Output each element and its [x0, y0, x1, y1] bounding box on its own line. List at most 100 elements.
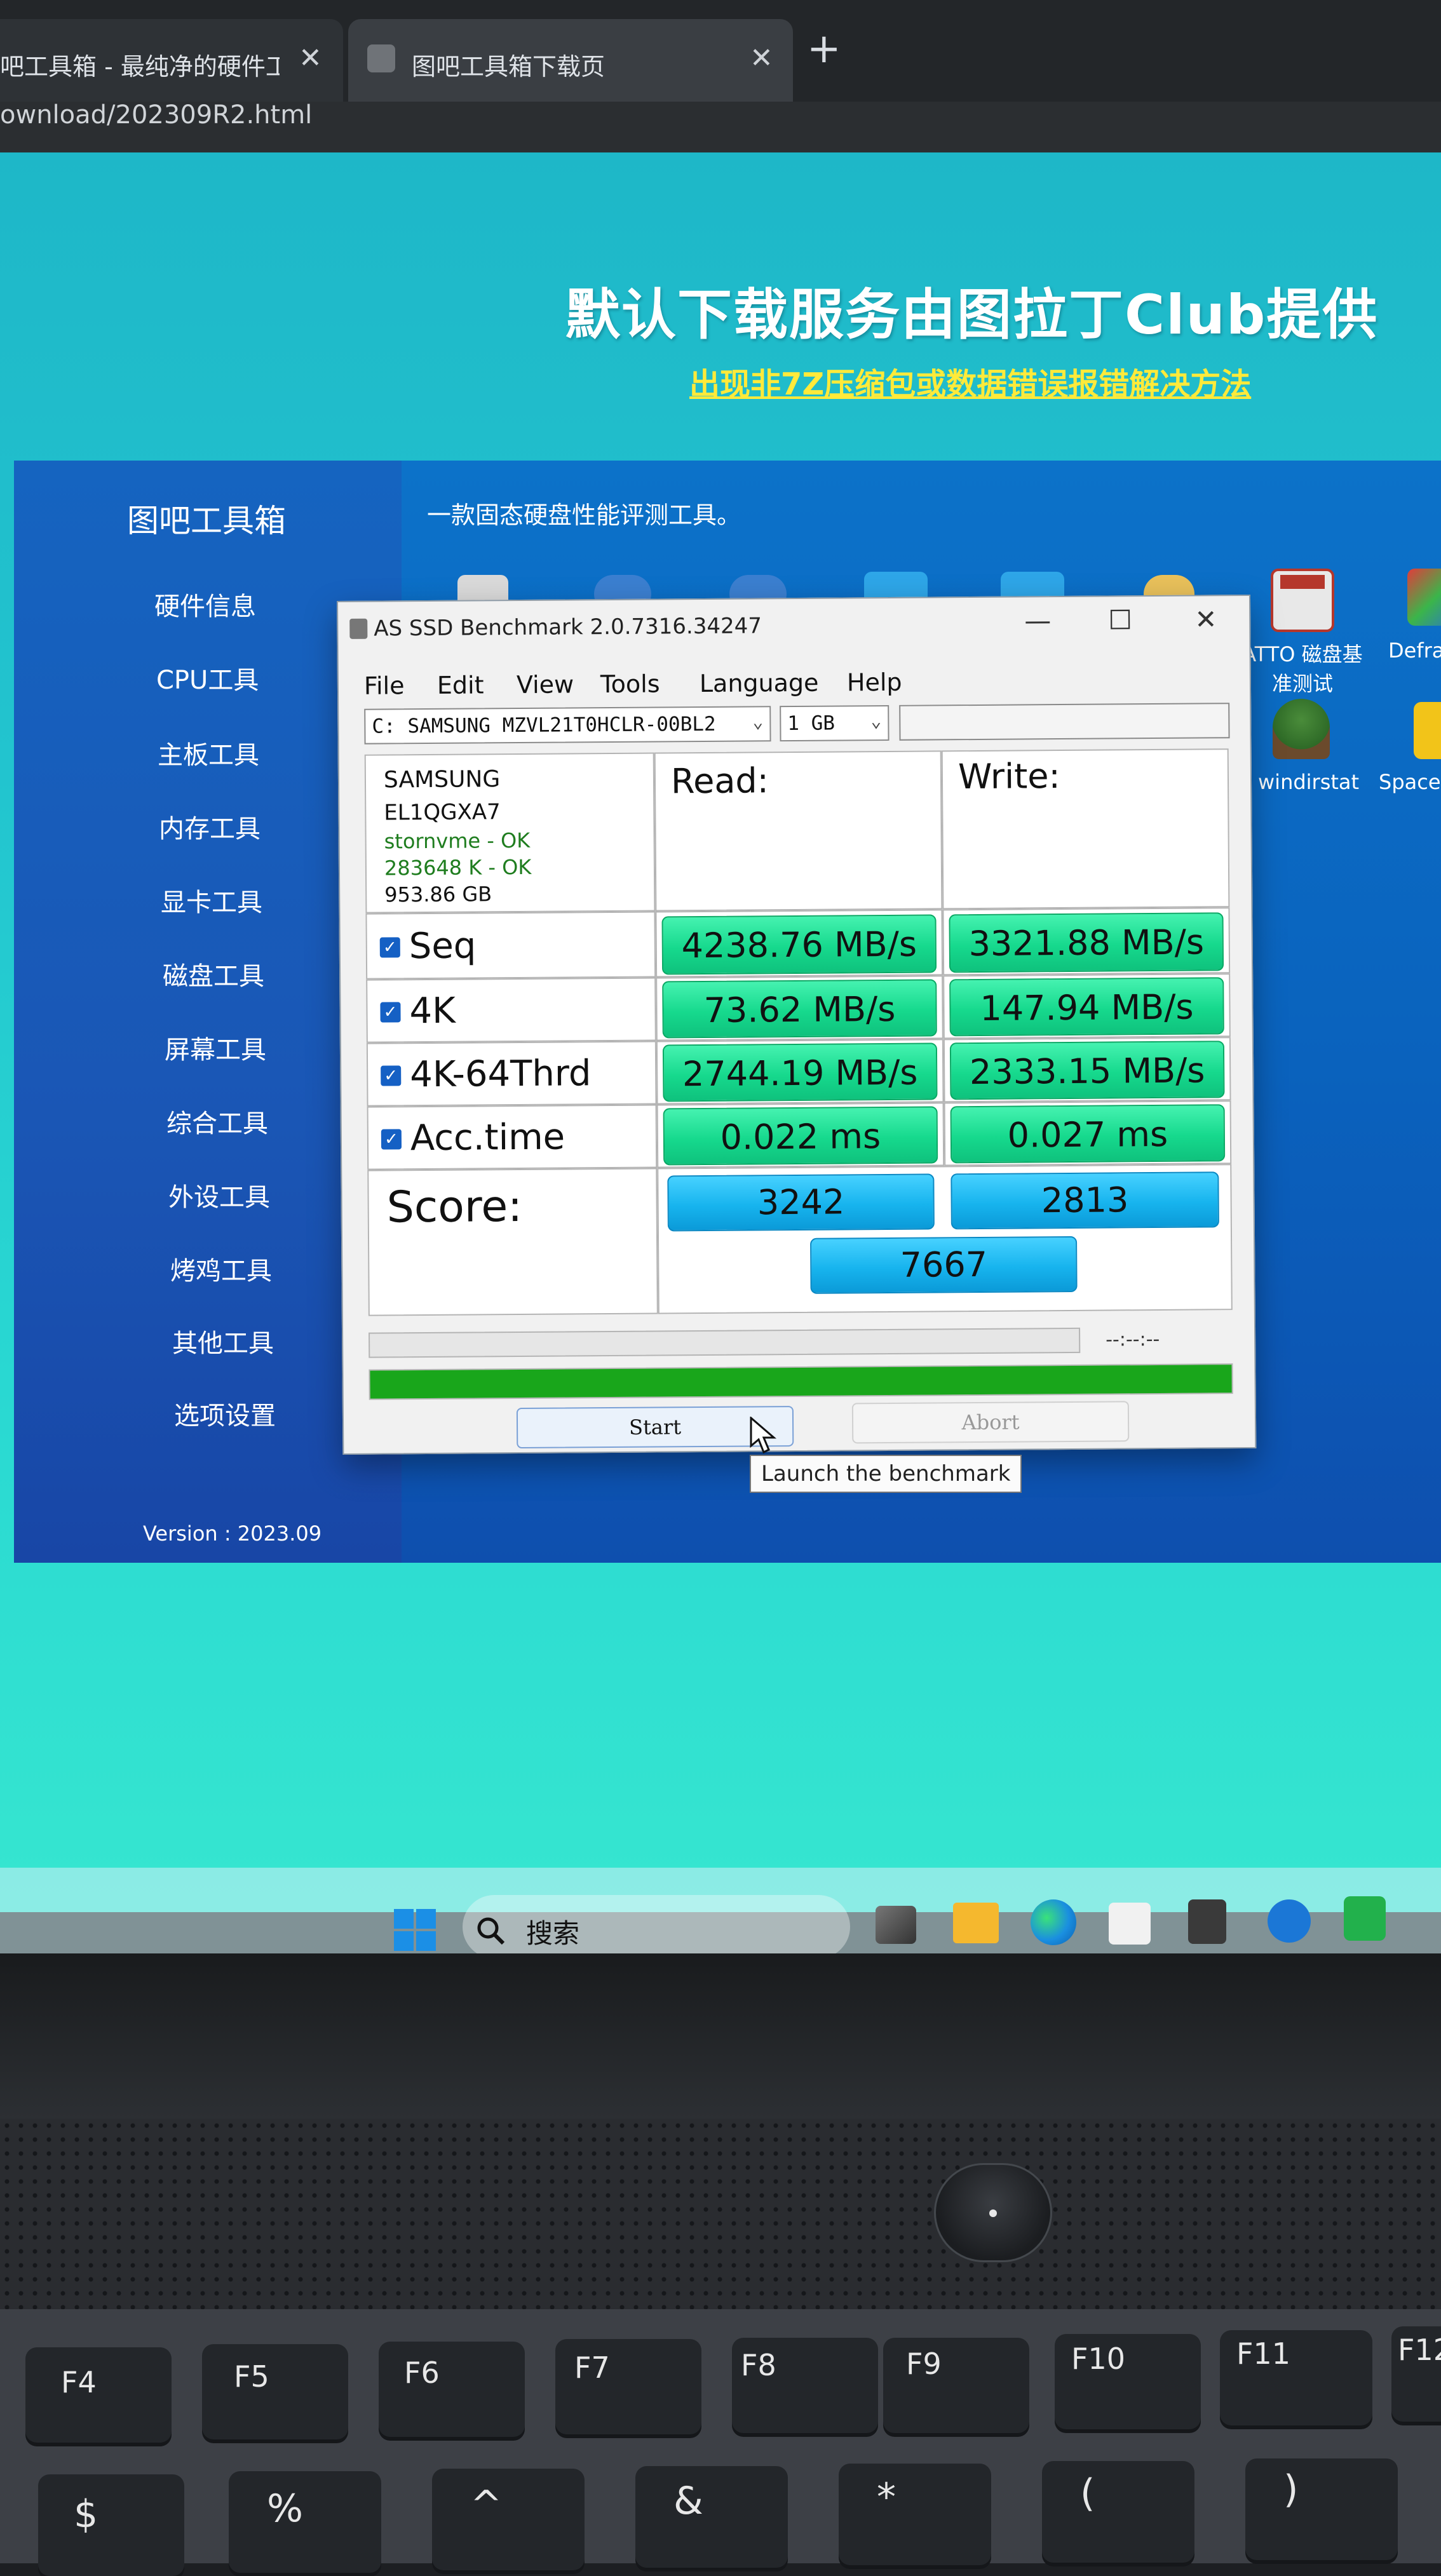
size-select[interactable]: 1 GB ⌄: [780, 705, 890, 742]
windirstat-icon[interactable]: [1273, 699, 1330, 759]
sidebar-item-cpu[interactable]: CPU工具: [156, 659, 259, 696]
browser-tab[interactable]: 吧工具箱 - 最纯净的硬件工具箱 ✕: [0, 19, 343, 102]
status-field: [899, 703, 1230, 741]
score-write: 2813: [951, 1171, 1219, 1230]
wechat-icon[interactable]: [1344, 1896, 1386, 1941]
file-explorer-icon[interactable]: [953, 1903, 999, 1943]
tool-label-windirstat[interactable]: windirstat: [1258, 770, 1359, 794]
4k64-write-cell: 2333.15 MB/s: [943, 1037, 1231, 1103]
sidebar-item-other[interactable]: 其他工具: [172, 1323, 274, 1359]
acctime-label: Acc.time: [410, 1116, 565, 1159]
key-7[interactable]: &: [635, 2466, 788, 2568]
version-label: Version : 2023.09: [143, 1521, 322, 1546]
sidebar-item-peripheral[interactable]: 外设工具: [168, 1177, 270, 1213]
key-5[interactable]: %: [229, 2471, 381, 2573]
abort-button[interactable]: Abort: [851, 1401, 1130, 1444]
app-icon: [349, 618, 368, 639]
key-f4[interactable]: F4: [25, 2347, 172, 2443]
key-6[interactable]: ^: [432, 2469, 585, 2570]
key-9[interactable]: (: [1042, 2461, 1194, 2563]
taskbar-search-label: 搜索: [526, 1918, 580, 1949]
test-row-label: ✓ 4K: [366, 977, 656, 1043]
task-view-icon[interactable]: [876, 1906, 916, 1944]
search-icon: [477, 1917, 505, 1945]
key-0[interactable]: ): [1245, 2458, 1398, 2560]
4k64-read-result: 2744.19 MB/s: [662, 1042, 938, 1102]
4k64-checkbox[interactable]: ✓: [381, 1065, 402, 1086]
sidebar-item-general[interactable]: 综合工具: [166, 1103, 268, 1140]
browser-tab-active[interactable]: 图吧工具箱下载页 ✕: [348, 19, 793, 102]
power-button[interactable]: [934, 2163, 1052, 2262]
ie-icon[interactable]: [1268, 1899, 1311, 1943]
drive-select[interactable]: C: SAMSUNG MZVL21T0HCLR-00BL2 ⌄: [364, 706, 771, 745]
key-f11[interactable]: F11: [1220, 2330, 1372, 2425]
sidebar-item-memory[interactable]: 内存工具: [159, 808, 260, 845]
speaker-grille: [0, 2119, 1441, 2309]
acctime-read-cell: 0.022 ms: [656, 1102, 945, 1168]
chevron-down-icon: ⌄: [752, 711, 764, 732]
app-icon[interactable]: [1188, 1899, 1226, 1944]
4k-write-cell: 147.94 MB/s: [943, 973, 1231, 1039]
alignment-status: 283648 K - OK: [384, 854, 532, 880]
sidebar-item-stress[interactable]: 烤鸡工具: [170, 1250, 272, 1287]
key-f6[interactable]: F6: [379, 2342, 525, 2437]
menu-edit[interactable]: Edit: [437, 671, 484, 699]
taskbar-search[interactable]: [463, 1895, 850, 1959]
key-f12[interactable]: F12: [1391, 2326, 1441, 2422]
new-tab-button[interactable]: +: [807, 25, 841, 72]
menu-help[interactable]: Help: [847, 668, 902, 697]
write-header: Write:: [957, 756, 1060, 797]
store-icon[interactable]: [1109, 1903, 1151, 1945]
sidebar-item-settings[interactable]: 选项设置: [174, 1395, 276, 1432]
key-4[interactable]: $: [38, 2474, 184, 2576]
tab-close-icon[interactable]: ✕: [299, 42, 322, 74]
error-help-link[interactable]: 出现非7Z压缩包或数据错误报错解决方法: [689, 359, 1251, 403]
key-f10[interactable]: F10: [1055, 2334, 1201, 2429]
tool-label-atto[interactable]: ATTO 磁盘基 准测试: [1239, 638, 1366, 697]
menu-tools[interactable]: Tools: [600, 670, 660, 698]
tab-title: 吧工具箱 - 最纯净的硬件工具箱: [0, 53, 280, 81]
atto-icon[interactable]: [1271, 569, 1334, 632]
sidebar-item-gpu[interactable]: 显卡工具: [161, 882, 262, 919]
address-bar-url[interactable]: ownload/202309R2.html: [0, 100, 312, 130]
tab-close-icon[interactable]: ✕: [750, 42, 773, 74]
maximize-button[interactable]: ☐: [1108, 604, 1132, 635]
tab-title: 图吧工具箱下载页: [412, 53, 605, 81]
edge-icon[interactable]: [1031, 1899, 1076, 1945]
tooltip: Launch the benchmark: [750, 1455, 1022, 1493]
4k64-label: 4K-64Thrd: [409, 1053, 592, 1096]
sidebar-item-hardware-info[interactable]: 硬件信息: [154, 586, 256, 623]
page-favicon-icon: [367, 44, 395, 72]
elapsed-time: --:--:--: [1106, 1328, 1160, 1351]
menu-language[interactable]: Language: [700, 669, 819, 698]
score-total: 7667: [810, 1236, 1078, 1294]
4k64-read-cell: 2744.19 MB/s: [656, 1039, 944, 1105]
seq-read-cell: 4238.76 MB/s: [655, 909, 944, 978]
sidebar-item-screen[interactable]: 屏幕工具: [165, 1029, 266, 1066]
4k-checkbox[interactable]: ✓: [380, 1002, 401, 1023]
start-icon[interactable]: [394, 1909, 436, 1951]
main-progress-bar: [369, 1363, 1233, 1400]
read-header: Read:: [670, 760, 769, 802]
tool-label-defrag[interactable]: Defrag: [1388, 638, 1441, 663]
key-f8[interactable]: F8: [732, 2338, 878, 2433]
spacesniffer-icon[interactable]: [1414, 702, 1441, 759]
acctime-checkbox[interactable]: ✓: [381, 1129, 402, 1150]
close-button[interactable]: ✕: [1194, 604, 1217, 635]
key-f5[interactable]: F5: [202, 2344, 348, 2439]
test-row-label: ✓ Seq: [365, 911, 656, 980]
key-8[interactable]: *: [839, 2464, 991, 2565]
test-row-label: ✓ 4K-64Thrd: [366, 1041, 657, 1107]
menu-view[interactable]: View: [517, 670, 574, 699]
size-select-value: 1 GB: [787, 711, 836, 736]
key-f9[interactable]: F9: [883, 2338, 1029, 2433]
tool-label-spacesniffer[interactable]: SpaceS: [1379, 770, 1441, 794]
sidebar-item-disk[interactable]: 磁盘工具: [163, 955, 264, 992]
defraggler-icon[interactable]: [1407, 569, 1441, 626]
seq-checkbox[interactable]: ✓: [379, 937, 400, 958]
sidebar-item-motherboard[interactable]: 主板工具: [158, 734, 259, 771]
4k-label: 4K: [409, 990, 456, 1032]
menu-file[interactable]: File: [364, 671, 405, 699]
minimize-button[interactable]: —: [1024, 605, 1051, 636]
key-f7[interactable]: F7: [555, 2339, 701, 2434]
